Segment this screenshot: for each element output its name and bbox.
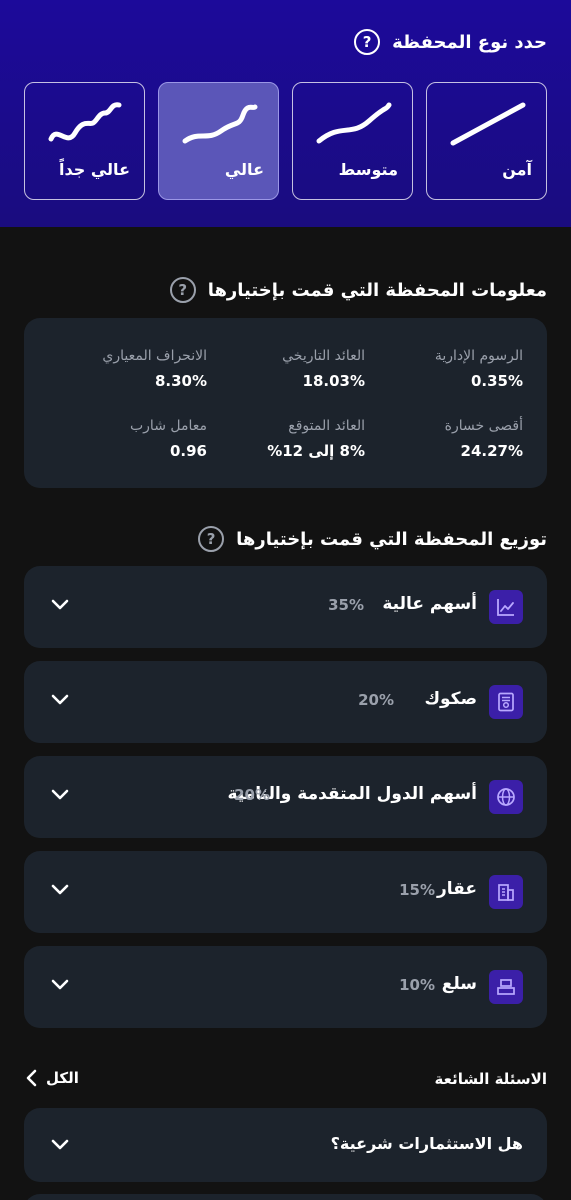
portfolio-option-label: عالي جداً: [59, 160, 130, 179]
allocation-name: أسهم عالية: [382, 594, 477, 614]
allocation-item-equities[interactable]: أسهم عالية 35%: [24, 566, 547, 648]
allocation-name: عقار: [436, 879, 477, 899]
allocation-percent: 10%: [399, 976, 435, 994]
portfolio-type-options: آمن متوسط عالي عالي جداً: [24, 82, 547, 200]
metric-historical-return: العائد التاريخي 18.03%: [215, 348, 365, 390]
metric-standard-deviation: الانحراف المعياري 8.30%: [57, 348, 207, 390]
allocation-name: سلع: [441, 974, 477, 994]
portfolio-option-label: متوسط: [338, 160, 398, 179]
metric-label: العائد التاريخي: [282, 348, 365, 364]
faq-view-all-link[interactable]: الكل: [24, 1068, 79, 1088]
portfolio-option-label: عالي: [224, 160, 264, 179]
faq-question: هل الاستثمارات شرعية؟: [330, 1134, 523, 1153]
chevron-down-icon[interactable]: [50, 978, 70, 992]
metric-expected-return: العائد المتوقع 8% إلى 12%: [215, 418, 365, 460]
metric-label: معامل شارب: [129, 418, 207, 434]
allocation-item-real-estate[interactable]: عقار 15%: [24, 851, 547, 933]
metric-value: 24.27%: [460, 442, 523, 460]
portfolio-option-medium[interactable]: متوسط: [292, 82, 413, 200]
chevron-down-icon[interactable]: [50, 693, 70, 707]
wave-medium-icon: [182, 104, 258, 144]
allocation-percent: 35%: [328, 596, 364, 614]
portfolio-option-label: آمن: [502, 160, 532, 179]
faq-header: الاسئلة الشائعة الكل: [24, 1066, 547, 1094]
metric-value: 8% إلى 12%: [267, 442, 365, 460]
chevron-down-icon[interactable]: [50, 598, 70, 612]
wave-strong-icon: [48, 102, 122, 142]
faq-item[interactable]: هل الاستثمارات شرعية؟: [24, 1108, 547, 1182]
portfolio-option-high[interactable]: عالي: [158, 82, 279, 200]
wave-gentle-icon: [316, 102, 392, 144]
portfolio-type-section: حدد نوع المحفظة ? آمن متوسط عالي عالي جد…: [0, 0, 571, 227]
portfolio-info-card: الرسوم الإدارية 0.35% العائد التاريخي 18…: [24, 318, 547, 488]
faq-item-partial[interactable]: [24, 1194, 547, 1200]
metric-label: العائد المتوقع: [288, 418, 365, 434]
chevron-down-icon[interactable]: [50, 788, 70, 802]
metric-sharpe-ratio: معامل شارب 0.96: [57, 418, 207, 460]
allocation-header: توزيع المحفظة التي قمت بإختيارها ?: [198, 523, 547, 555]
globe-icon: [489, 780, 523, 814]
portfolio-option-safe[interactable]: آمن: [426, 82, 547, 200]
portfolio-type-title: حدد نوع المحفظة: [392, 31, 547, 53]
allocation-item-sukuk[interactable]: صكوك 20%: [24, 661, 547, 743]
metric-value: 0.35%: [470, 372, 523, 390]
portfolio-type-header: حدد نوع المحفظة ?: [354, 26, 547, 58]
metric-label: الرسوم الإدارية: [434, 348, 523, 364]
portfolio-info-header: معلومات المحفظة التي قمت بإختيارها ?: [169, 274, 547, 306]
metric-max-drawdown: أقصى خسارة 24.27%: [373, 418, 523, 460]
help-icon[interactable]: ?: [354, 29, 381, 55]
metric-value: 18.03%: [302, 372, 365, 390]
metric-label: أقصى خسارة: [444, 418, 523, 434]
allocation-percent: 20%: [234, 786, 270, 804]
allocation-item-commodities[interactable]: سلع 10%: [24, 946, 547, 1028]
building-icon: [489, 875, 523, 909]
allocation-item-global-equities[interactable]: أسهم الدول المتقدمة والنامية 20%: [24, 756, 547, 838]
help-icon[interactable]: ?: [198, 526, 225, 552]
portfolio-option-very-high[interactable]: عالي جداً: [24, 82, 145, 200]
chevron-down-icon[interactable]: [50, 883, 70, 897]
allocation-name: صكوك: [424, 689, 477, 709]
allocation-percent: 20%: [358, 691, 394, 709]
faq-view-all-label: الكل: [46, 1069, 79, 1087]
metric-label: الانحراف المعياري: [102, 348, 207, 364]
metric-value: 0.96: [169, 442, 207, 460]
certificate-icon: [489, 685, 523, 719]
portfolio-info-title: معلومات المحفظة التي قمت بإختيارها: [207, 279, 547, 301]
chart-line-icon: [489, 590, 523, 624]
chevron-left-icon: [26, 1069, 37, 1087]
allocation-title: توزيع المحفظة التي قمت بإختيارها: [236, 528, 547, 550]
gold-bars-icon: [489, 970, 523, 1004]
metric-value: 8.30%: [154, 372, 207, 390]
chevron-down-icon[interactable]: [50, 1138, 70, 1152]
allocation-percent: 15%: [399, 881, 435, 899]
metric-management-fee: الرسوم الإدارية 0.35%: [373, 348, 523, 390]
faq-title: الاسئلة الشائعة: [434, 1070, 548, 1088]
line-straight-icon: [450, 102, 526, 146]
help-icon[interactable]: ?: [169, 277, 196, 303]
